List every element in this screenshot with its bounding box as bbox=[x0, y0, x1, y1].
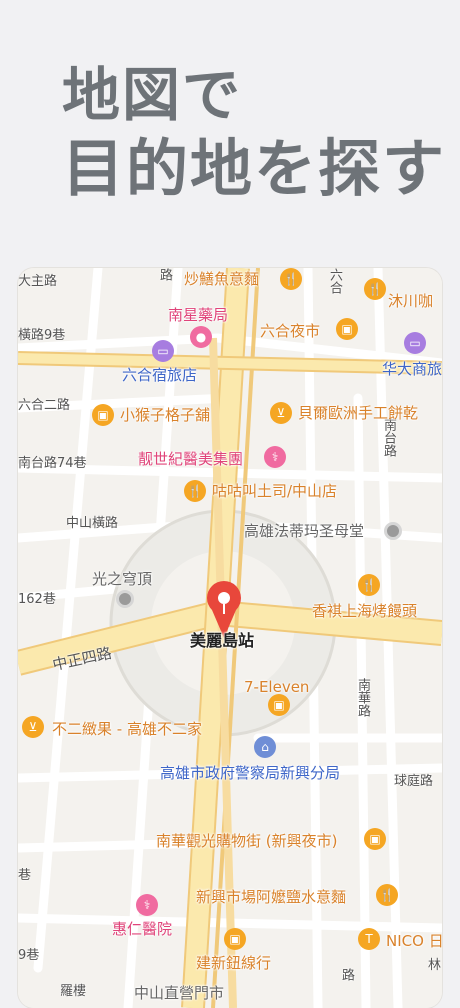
poi-label[interactable]: 新興市場阿嬤鹽水意麵 bbox=[196, 888, 346, 906]
fork-knife-icon[interactable]: 🍴 bbox=[364, 278, 386, 300]
poi-label[interactable]: 六合宿旅店 bbox=[122, 366, 197, 384]
heading-line-1: 地図で bbox=[62, 61, 243, 129]
poi-label[interactable]: 香褀上海烤饅頭 bbox=[312, 602, 417, 620]
poi-label[interactable]: 小猴子格子舖 bbox=[120, 406, 210, 424]
landmark-icon[interactable] bbox=[384, 522, 402, 540]
shopping-bag-icon[interactable]: ▣ bbox=[268, 694, 290, 716]
fork-knife-icon[interactable]: 🍴 bbox=[184, 480, 206, 502]
map-view[interactable]: 美麗島站 中正四路 中山橫路 六合二路 六合 南台路74巷 南台路 南華路 球庭… bbox=[18, 268, 442, 1008]
poi-label[interactable]: 南星藥局 bbox=[168, 306, 228, 324]
basket-icon[interactable]: ⊻ bbox=[22, 716, 44, 738]
landmark-icon[interactable] bbox=[116, 590, 134, 608]
road-label: 路 bbox=[339, 968, 354, 981]
poi-label[interactable]: NICO 日 bbox=[386, 932, 442, 950]
poi-label[interactable]: 华大商旅 bbox=[382, 360, 442, 378]
poi-label[interactable]: 靓世紀醫美集團 bbox=[138, 450, 243, 468]
road-label: 南台路 bbox=[381, 418, 396, 457]
poi-label[interactable]: 高雄市政府警察局新興分局 bbox=[160, 764, 340, 782]
poi-label[interactable]: 炒鱔魚意麵 bbox=[184, 270, 259, 288]
road-label: 大主路 bbox=[18, 274, 58, 289]
bed-icon[interactable]: ▭ bbox=[404, 332, 426, 354]
stethoscope-icon[interactable]: ⚕ bbox=[136, 894, 158, 916]
shopping-bag-icon[interactable]: ▣ bbox=[364, 828, 386, 850]
poi-label[interactable]: 惠仁醫院 bbox=[112, 920, 172, 938]
road-label: 巷 bbox=[18, 868, 32, 883]
poi-label[interactable]: 高雄法蒂玛圣母堂 bbox=[244, 522, 364, 540]
heading-line-2: 目的地を探す bbox=[62, 132, 447, 205]
stethoscope-icon[interactable]: ⚕ bbox=[264, 446, 286, 468]
road-label: 六合二路 bbox=[18, 398, 71, 413]
fork-knife-icon[interactable]: 🍴 bbox=[376, 884, 398, 906]
shopping-bag-icon[interactable]: ▣ bbox=[336, 318, 358, 340]
road-label: 橫路9巷 bbox=[18, 328, 66, 343]
bed-icon[interactable]: ▭ bbox=[152, 340, 174, 362]
poi-label[interactable]: 咕咕叫土司/中山店 bbox=[212, 482, 337, 500]
poi-label[interactable]: 六合夜市 bbox=[260, 322, 320, 340]
road-label: 9巷 bbox=[18, 948, 40, 963]
poi-label[interactable]: 建新鈕線行 bbox=[196, 954, 271, 972]
pill-icon[interactable]: ● bbox=[190, 326, 212, 348]
fork-knife-icon[interactable]: 🍴 bbox=[280, 268, 302, 290]
poi-label[interactable]: 南華觀光購物街 (新興夜市) bbox=[156, 832, 337, 850]
poi-label[interactable]: 貝爾歐洲手工餅乾 bbox=[298, 404, 418, 422]
shopping-bag-icon[interactable]: ▣ bbox=[224, 928, 246, 950]
poi-label[interactable]: 光之穹頂 bbox=[92, 570, 152, 588]
shirt-icon[interactable]: T bbox=[358, 928, 380, 950]
shopping-bag-icon[interactable]: ▣ bbox=[92, 404, 114, 426]
road-label: 路 bbox=[157, 268, 172, 281]
road-label: 南台路74巷 bbox=[18, 456, 87, 471]
station-label[interactable]: 美麗島站 bbox=[190, 632, 254, 650]
road-label: 南華路 bbox=[355, 678, 370, 717]
poi-label[interactable]: 沐川咖 bbox=[388, 292, 433, 310]
basket-icon[interactable]: ⊻ bbox=[270, 402, 292, 424]
fork-knife-icon[interactable]: 🍴 bbox=[358, 574, 380, 596]
poi-label[interactable]: 中山直營門市 bbox=[134, 984, 224, 1002]
road-label: 六合 bbox=[327, 268, 342, 294]
road-label: 羅樓 bbox=[60, 984, 87, 999]
road-label: 林 bbox=[428, 958, 442, 973]
poi-label[interactable]: 不二緻果 - 高雄不二家 bbox=[52, 720, 202, 738]
road-label: 中山橫路 bbox=[66, 516, 119, 531]
road-label: 162巷 bbox=[18, 592, 56, 607]
government-icon[interactable]: ⌂ bbox=[254, 736, 276, 758]
road-label: 球庭路 bbox=[394, 774, 434, 789]
